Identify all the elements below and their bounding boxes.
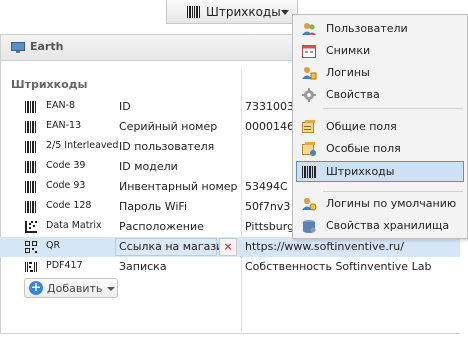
tab-barcodes[interactable]: Штрихкоды [166, 0, 298, 24]
menu-item-label: Свойства [326, 88, 380, 101]
barcode-type: 2/5 Interleaved [46, 140, 119, 151]
section-title: Штрихкоды [11, 78, 88, 91]
menu-item-label: Логины по умолчанию [326, 197, 457, 210]
barcode-type: PDF417 [46, 260, 83, 271]
barcode-icon [302, 166, 316, 178]
barcode-icon [25, 121, 36, 133]
field-name[interactable]: ID модели [119, 160, 178, 173]
barcode-type: Code 39 [46, 160, 86, 171]
field-value[interactable]: https://www.softinventive.ru/ [245, 240, 457, 253]
barcode-type: Code 128 [46, 200, 92, 211]
barcode-icon [25, 161, 36, 173]
menu-item-label: Свойства хранилища [326, 219, 450, 232]
field-name[interactable]: Инвентарный номер [119, 180, 238, 193]
menu-item-default-logins[interactable]: Логины по умолчанию [293, 193, 467, 215]
menu-item-label: Логины [326, 66, 370, 79]
menu-item-label: Штрихкоды [326, 165, 395, 178]
menu-separator [323, 108, 463, 109]
field-name[interactable]: ID пользователя [119, 140, 214, 153]
field-name[interactable]: Расположение [119, 220, 204, 233]
table-row[interactable]: PDF417 Записка Собственность Softinventi… [0, 257, 460, 277]
default-logins-icon [302, 198, 317, 211]
menu-item-common-fields[interactable]: Общие поля [293, 116, 467, 138]
barcode-type: EAN-13 [46, 120, 82, 131]
barcode-type: Code 93 [46, 180, 86, 191]
datamatrix-icon [25, 221, 37, 233]
menu-item-snapshots[interactable]: Снимки [293, 40, 467, 62]
qr-icon [25, 241, 37, 253]
logins-icon [302, 67, 317, 80]
barcode-type: QR [46, 240, 61, 251]
menu-item-label: Общие поля [326, 120, 397, 133]
common-fields-icon [302, 120, 315, 133]
special-fields-icon [302, 142, 316, 156]
menu-item-users[interactable]: Пользователи [293, 18, 467, 40]
field-name[interactable]: Записка [119, 260, 167, 273]
storage-properties-icon [303, 220, 316, 233]
field-name[interactable]: ID [119, 100, 131, 113]
menu-item-special-fields[interactable]: Особые поля [293, 138, 467, 160]
tab-label: Штрихкоды [206, 4, 281, 19]
menu-item-storage-properties[interactable]: Свойства хранилища [293, 215, 467, 237]
menu-separator [323, 191, 463, 192]
field-value[interactable]: Собственность Softinventive Lab [245, 260, 457, 273]
barcode-icon [187, 5, 200, 18]
field-name[interactable]: Ссылка на магазин [119, 240, 231, 253]
computer-icon [11, 42, 25, 53]
barcode-icon [25, 201, 36, 213]
barcode-icon [25, 101, 36, 113]
tab-dropdown-icon[interactable] [281, 10, 289, 15]
chevron-down-icon[interactable] [107, 287, 115, 291]
barcodes-dropdown-menu: Пользователи Снимки Логины Свойства Общи… [292, 14, 468, 239]
barcode-type: EAN-8 [46, 100, 76, 111]
snapshots-icon [302, 45, 316, 58]
menu-item-barcodes[interactable]: Штрихкоды [293, 161, 467, 183]
pdf417-icon [25, 262, 37, 272]
field-name[interactable]: Серийный номер [119, 120, 217, 133]
add-button-label: Добавить [47, 282, 103, 295]
table-row-selected[interactable]: QR Ссылка на магазин × https://www.softi… [0, 237, 460, 257]
properties-icon [302, 88, 316, 102]
barcode-icon [25, 141, 36, 153]
barcode-icon [25, 181, 36, 193]
plus-icon: + [29, 280, 43, 295]
menu-item-logins[interactable]: Логины [293, 62, 467, 84]
users-icon [302, 23, 316, 35]
panel-title: Earth [30, 40, 64, 53]
delete-icon[interactable]: × [219, 238, 237, 256]
field-name[interactable]: Пароль WiFi [119, 200, 187, 213]
menu-item-label: Особые поля [326, 142, 401, 155]
add-button[interactable]: + Добавить [24, 278, 118, 298]
menu-item-label: Пользователи [326, 22, 408, 35]
menu-item-properties[interactable]: Свойства [293, 84, 467, 106]
barcode-type: Data Matrix [46, 220, 102, 231]
menu-item-label: Снимки [326, 44, 371, 57]
